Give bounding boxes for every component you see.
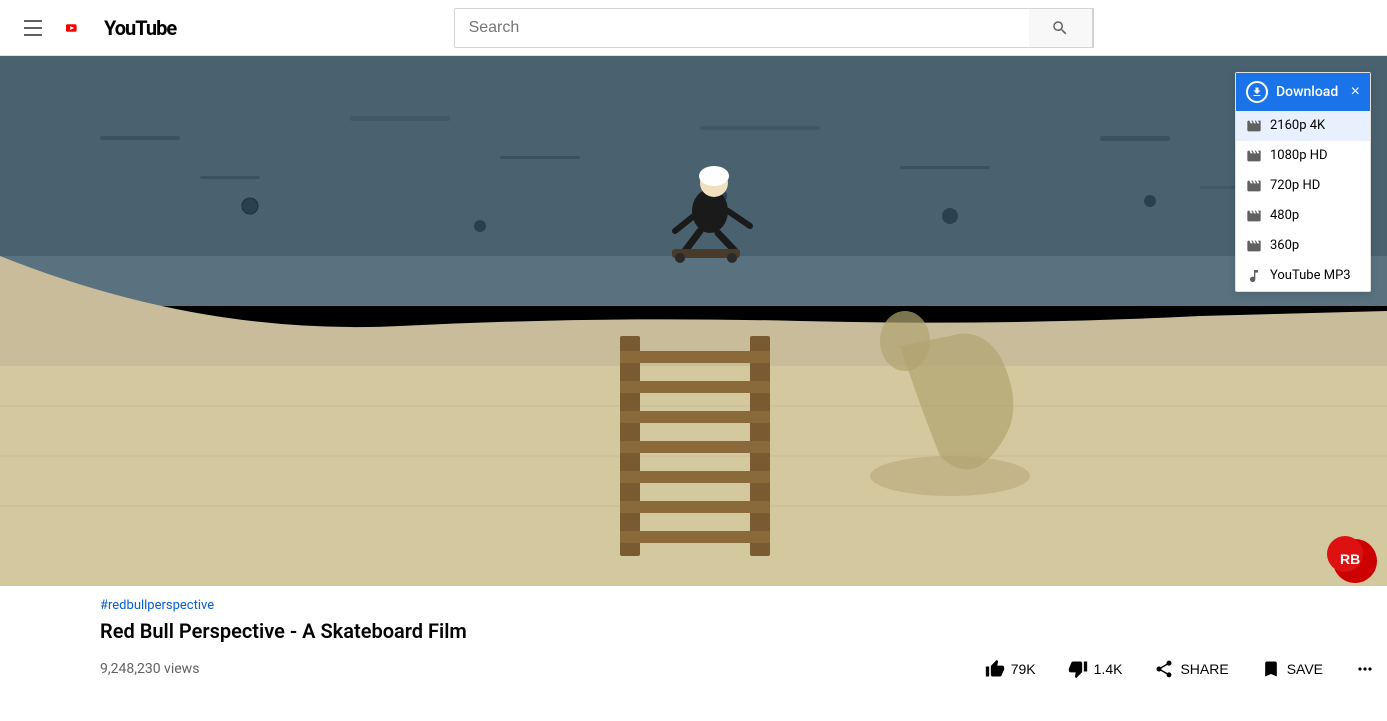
like-count: 79K (1011, 661, 1036, 677)
download-arrow-icon (1251, 86, 1263, 98)
youtube-icon (66, 16, 100, 40)
view-count: 9,248,230 views (100, 661, 199, 677)
video-file-icon-480p (1246, 208, 1262, 224)
music-note-icon (1246, 268, 1262, 284)
video-meta-row: 9,248,230 views 79K 1.4K (100, 651, 1387, 687)
dislike-button[interactable]: 1.4K (1056, 651, 1135, 687)
header: YouTube Download × (0, 0, 1387, 56)
share-button[interactable]: SHARE (1142, 651, 1240, 687)
option-label-480p: 480p (1270, 208, 1299, 223)
search-bar (454, 8, 1094, 48)
download-option-2160p[interactable]: 2160p 4K (1236, 111, 1370, 141)
action-buttons: 79K 1.4K SHARE (973, 651, 1387, 687)
download-option-720p[interactable]: 720p HD (1236, 171, 1370, 201)
hashtag[interactable]: #redbullperspective (100, 598, 1387, 613)
search-area (176, 8, 1371, 48)
video-info: #redbullperspective Red Bull Perspective… (0, 586, 1387, 695)
video-file-icon-720p (1246, 178, 1262, 194)
download-option-1080p[interactable]: 1080p HD (1236, 141, 1370, 171)
share-label: SHARE (1180, 661, 1228, 677)
option-label-1080p: 1080p HD (1270, 148, 1328, 163)
more-button[interactable] (1343, 651, 1387, 687)
download-option-480p[interactable]: 480p (1236, 201, 1370, 231)
video-player[interactable]: RB (0, 56, 1387, 586)
header-left: YouTube (16, 12, 176, 44)
save-button[interactable]: SAVE (1249, 651, 1335, 687)
search-button[interactable] (1029, 8, 1093, 48)
download-label: Download (1276, 84, 1338, 100)
svg-text:RB: RB (1340, 551, 1360, 567)
main-content: RB #redbullperspective Red Bull Perspect… (0, 56, 1387, 695)
search-input[interactable] (455, 9, 1029, 47)
option-label-720p: 720p HD (1270, 178, 1320, 193)
save-icon (1261, 659, 1281, 679)
search-icon (1051, 19, 1069, 37)
like-button[interactable]: 79K (973, 651, 1048, 687)
download-header: Download × (1236, 73, 1370, 111)
download-option-mp3[interactable]: YouTube MP3 (1236, 261, 1370, 291)
more-horiz-icon (1355, 659, 1375, 679)
share-icon (1154, 659, 1174, 679)
option-label-360p: 360p (1270, 238, 1299, 253)
download-dropdown: Download × 2160p 4K 1080p HD 720p HD (1235, 72, 1371, 292)
video-file-icon-1080p (1246, 148, 1262, 164)
download-close-button[interactable]: × (1343, 84, 1360, 100)
video-background: RB (0, 56, 1387, 586)
dislike-count: 1.4K (1094, 661, 1123, 677)
hamburger-menu-button[interactable] (16, 12, 50, 44)
video-file-icon-2160p (1246, 118, 1262, 134)
thumbs-up-icon (985, 659, 1005, 679)
save-label: SAVE (1287, 661, 1323, 677)
thumbs-down-icon (1068, 659, 1088, 679)
youtube-logo[interactable]: YouTube (66, 16, 176, 40)
option-label-mp3: YouTube MP3 (1270, 268, 1351, 283)
youtube-wordmark: YouTube (104, 16, 176, 40)
video-file-icon-360p (1246, 238, 1262, 254)
download-circle-icon (1246, 81, 1268, 103)
download-option-360p[interactable]: 360p (1236, 231, 1370, 261)
option-label-2160p: 2160p 4K (1270, 118, 1325, 133)
video-title: Red Bull Perspective - A Skateboard Film (100, 619, 1387, 643)
